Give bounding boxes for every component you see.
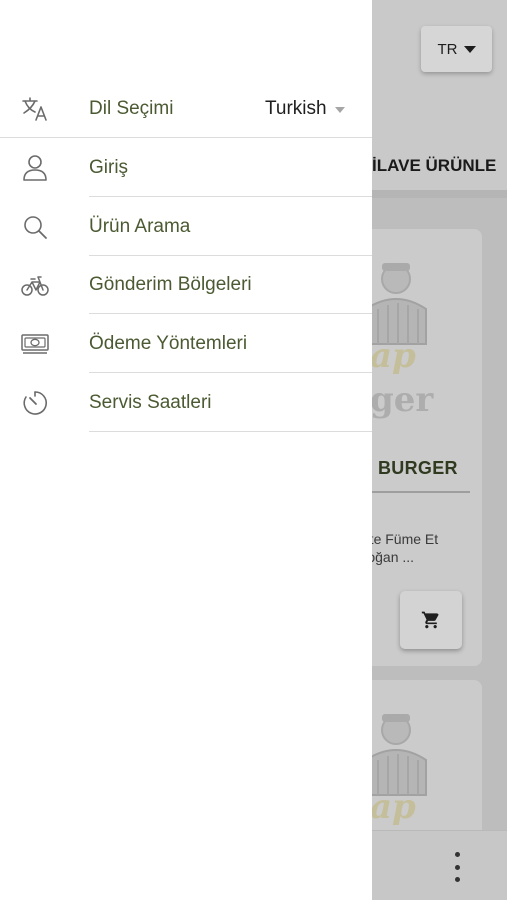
money-icon [20,330,50,358]
drawer-item-label: Gönderim Bölgeleri [89,274,252,295]
navigation-drawer: Dil Seçimi Turkish Giriş Ürün Arama Gönd… [0,0,372,900]
drawer-item-delivery-zones[interactable]: Gönderim Bölgeleri [0,256,372,314]
category-tab-label: İLAVE ÜRÜNLE [372,156,497,175]
language-dropdown[interactable]: Turkish [265,98,345,120]
language-dropdown-value: Turkish [265,98,327,119]
language-selector-row[interactable]: Dil Seçimi Turkish [0,80,372,138]
bicycle-icon [20,271,50,299]
drawer-item-product-search[interactable]: Ürün Arama [0,198,372,256]
drawer-item-service-hours[interactable]: Servis Saatleri [0,374,372,432]
divider [89,431,372,432]
product-title: BURGER [378,458,458,478]
user-icon [20,154,50,182]
cart-icon [421,611,439,629]
translate-icon [20,95,50,123]
divider [89,196,372,197]
divider [89,313,372,314]
drawer-item-label: Ödeme Yöntemleri [89,333,248,354]
svg-text:ger: ger [370,380,434,419]
burger-wordmark: ger [370,380,434,419]
add-to-cart-button[interactable] [400,591,462,649]
drawer-item-label: Ürün Arama [89,216,191,237]
drawer-item-payment-methods[interactable]: Ödeme Yöntemleri [0,315,372,373]
product-title-divider [370,491,470,493]
more-vert-icon[interactable] [447,852,467,882]
svg-text:ap: ap [370,787,416,827]
category-tab[interactable]: İLAVE ÜRÜNLE [372,150,507,186]
divider [89,372,372,373]
timer-icon [20,389,50,417]
language-toggle-label: TR [437,40,458,58]
dropdown-arrow-icon [334,107,345,113]
caret-down-icon [463,45,476,53]
language-toggle-button[interactable]: TR [421,26,492,72]
svg-text:ap: ap [370,336,416,376]
search-icon [20,213,50,241]
drawer-item-label: Servis Saatleri [89,392,212,413]
drawer-item-label: Giriş [89,157,129,178]
drawer-item-login[interactable]: Giriş [0,139,372,197]
language-label: Dil Seçimi [89,98,174,119]
